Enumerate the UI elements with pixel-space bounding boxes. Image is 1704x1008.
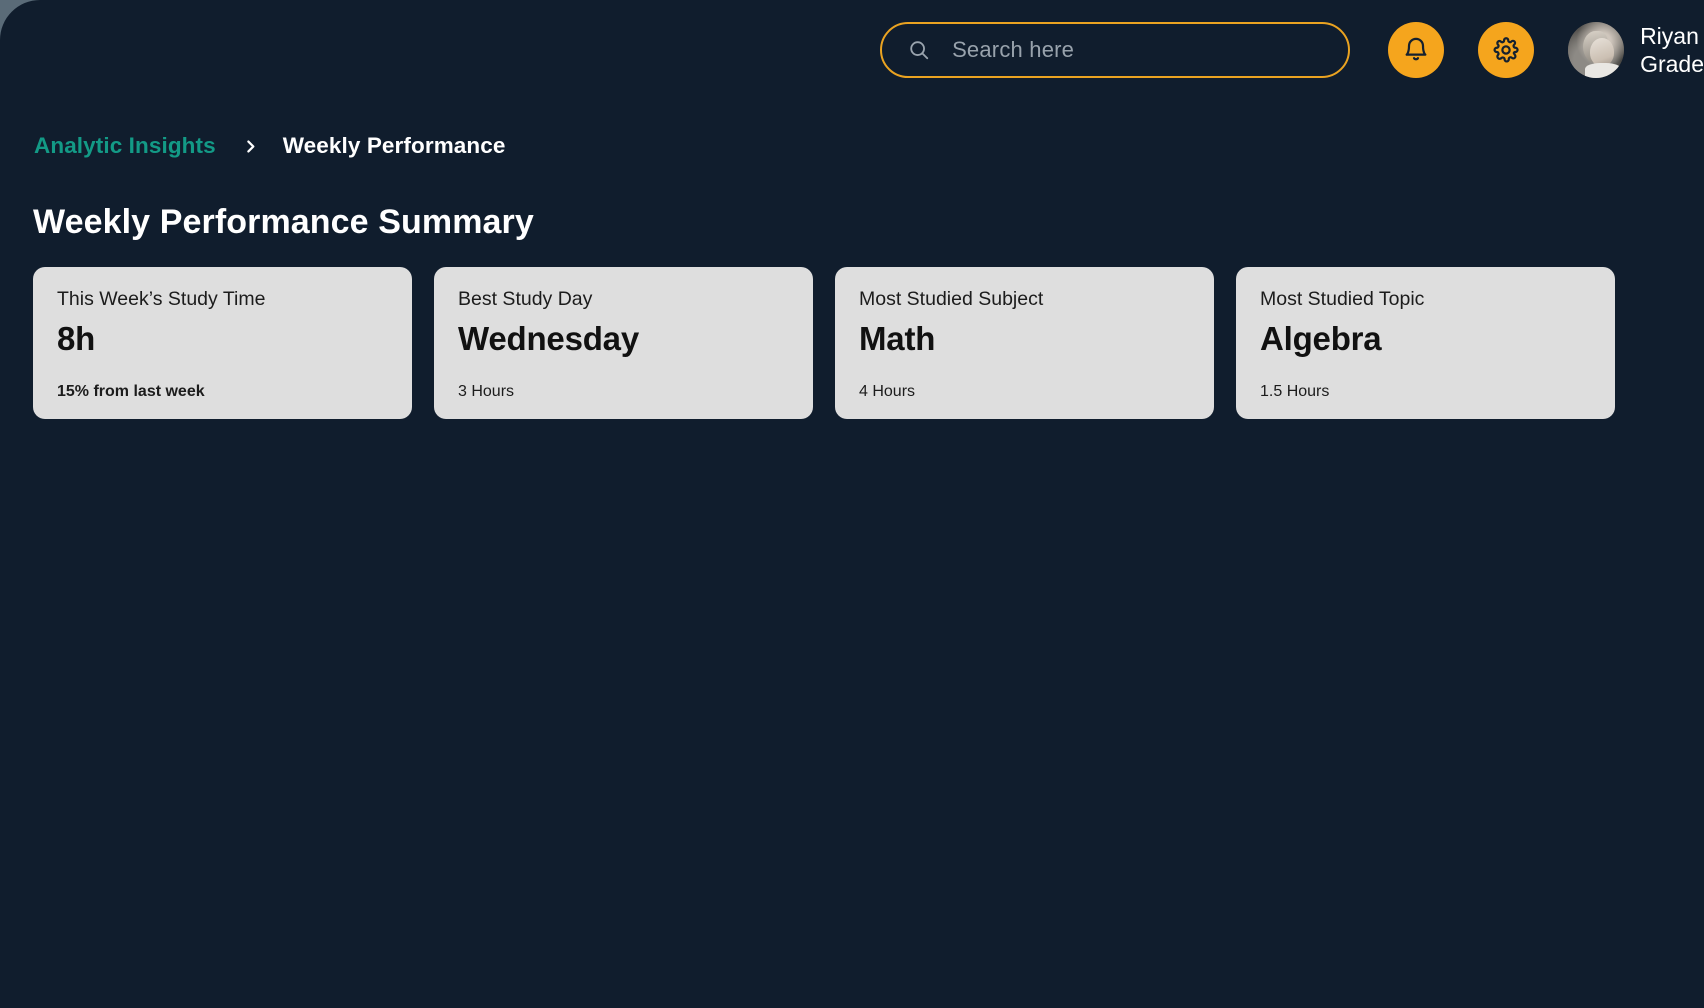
- stat-card-value: Wednesday: [458, 320, 639, 358]
- stat-card-footer: 1.5 Hours: [1260, 383, 1330, 401]
- stat-card-label: Most Studied Subject: [859, 288, 1044, 310]
- search-input[interactable]: [952, 37, 1329, 63]
- stat-card-value: Algebra: [1260, 320, 1382, 358]
- stat-card-most-studied-topic[interactable]: Most Studied Topic Algebra 1.5 Hours: [1236, 267, 1615, 419]
- profile-text: Riyan Grade: [1640, 22, 1704, 78]
- avatar: [1568, 22, 1625, 78]
- stat-card-footer: 3 Hours: [458, 383, 515, 401]
- search-bar[interactable]: [880, 22, 1351, 78]
- stat-card-footer: 4 Hours: [859, 383, 916, 401]
- app-window: Riyan Grade Analytic Insights Weekly Per…: [0, 0, 1704, 1008]
- settings-button[interactable]: [1478, 22, 1535, 78]
- breadcrumb: Analytic Insights Weekly Performance: [34, 131, 505, 161]
- stat-card-study-time[interactable]: This Week’s Study Time 8h 15% from last …: [33, 267, 412, 419]
- breadcrumb-item-weekly-performance: Weekly Performance: [282, 133, 506, 158]
- profile-grade: Grade: [1640, 51, 1704, 77]
- bell-icon: [1402, 36, 1430, 64]
- stat-card-label: Most Studied Topic: [1260, 288, 1425, 310]
- stat-card-value: Math: [859, 320, 936, 358]
- breadcrumb-item-analytic-insights[interactable]: Analytic Insights: [34, 133, 216, 159]
- stat-card-best-study-day[interactable]: Best Study Day Wednesday 3 Hours: [434, 267, 813, 419]
- profile-menu[interactable]: Riyan Grade: [1568, 22, 1704, 78]
- stat-card-footer: 15% from last week: [57, 383, 205, 401]
- stat-card-value: 8h: [57, 320, 96, 358]
- chevron-right-icon: [242, 138, 259, 155]
- stat-card-most-studied-subject[interactable]: Most Studied Subject Math 4 Hours: [835, 267, 1214, 419]
- gear-icon: [1492, 36, 1520, 64]
- page-title: Weekly Performance Summary: [33, 203, 534, 241]
- search-icon: [908, 39, 930, 61]
- profile-name: Riyan: [1640, 22, 1699, 49]
- summary-cards-row: This Week’s Study Time 8h 15% from last …: [33, 267, 1704, 419]
- stat-card-label: Best Study Day: [458, 288, 593, 310]
- notifications-button[interactable]: [1388, 22, 1445, 78]
- stat-card-label: This Week’s Study Time: [57, 288, 266, 310]
- top-bar: Riyan Grade: [0, 0, 1704, 100]
